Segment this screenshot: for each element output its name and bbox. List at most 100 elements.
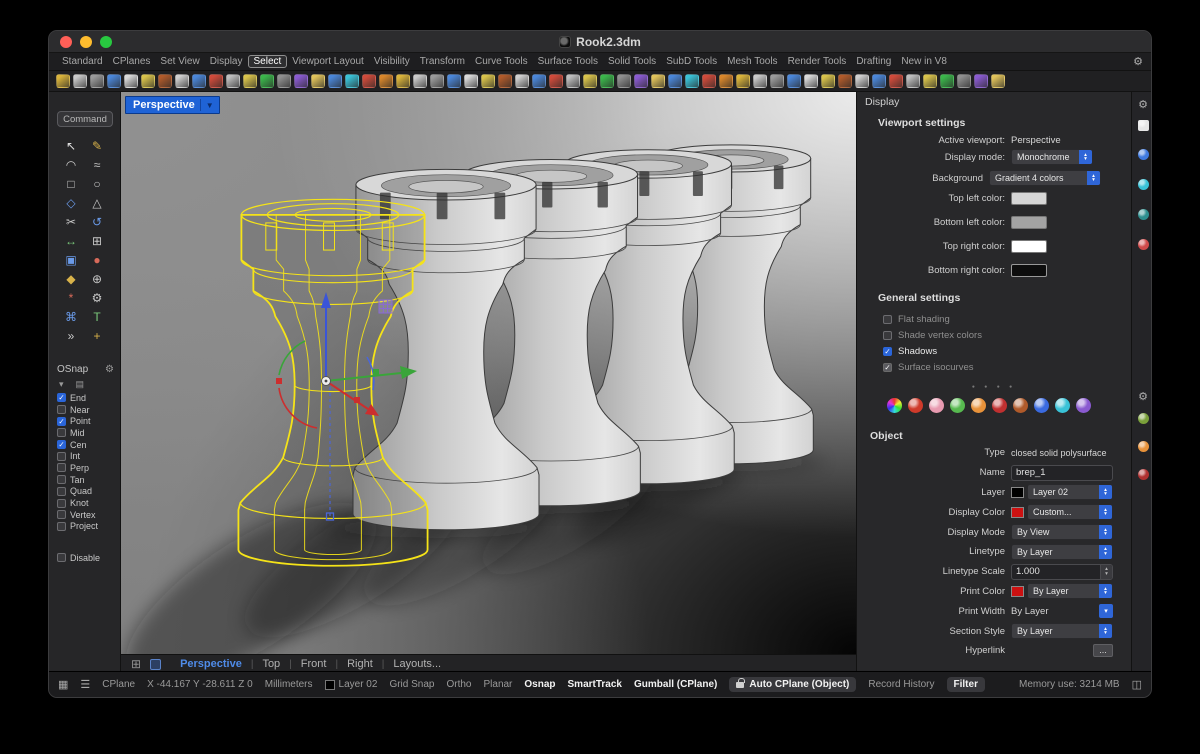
menu-item-set-view[interactable]: Set View [155,55,204,68]
osnap-filter-icon[interactable]: ▤ [76,379,85,390]
toolbar-icon[interactable] [685,74,699,88]
properties-tab-icon[interactable] [908,398,923,413]
toolbar-icon[interactable] [192,74,206,88]
viewport-tab-right[interactable]: Right [347,658,373,670]
toolbar-icon[interactable] [260,74,274,88]
status-toggle-grid-snap[interactable]: Grid Snap [389,679,434,690]
color-swatch[interactable] [1011,216,1047,229]
menu-item-standard[interactable]: Standard [57,55,108,68]
menu-item-visibility[interactable]: Visibility [369,55,415,68]
toolbar-icon[interactable] [940,74,954,88]
toolbar-icon[interactable] [770,74,784,88]
color-swatch[interactable] [1011,586,1024,597]
properties-tab-icon[interactable] [992,398,1007,413]
dropdown[interactable]: By View▴▾ [1011,524,1113,540]
side-tab-icon[interactable] [1137,178,1149,190]
color-swatch[interactable] [1011,507,1024,518]
checkbox-surface-isocurves[interactable]: ✓ [883,363,892,372]
checkbox-cen[interactable]: ✓ [57,440,66,449]
tool-icon[interactable]: ✂ [58,212,84,231]
dropdown[interactable]: By Layer▴▾ [1027,583,1113,599]
side-tab-icon[interactable] [1137,412,1149,424]
menu-item-subd-tools[interactable]: SubD Tools [661,55,722,68]
color-swatch[interactable] [1011,487,1024,498]
menu-item-select[interactable]: Select [248,55,288,68]
background-select[interactable]: Gradient 4 colors ▴▾ [989,170,1101,186]
toolbar-icon[interactable] [838,74,852,88]
checkbox-shade-vertex-colors[interactable] [883,331,892,340]
dropdown[interactable]: Custom...▴▾ [1027,504,1113,520]
toolbar-icon[interactable] [549,74,563,88]
color-swatch[interactable] [1011,264,1047,277]
menu-item-viewport-layout[interactable]: Viewport Layout [287,55,369,68]
toolbar-icon[interactable] [345,74,359,88]
toolbar-icon[interactable] [175,74,189,88]
viewport-layout-icon[interactable]: ⊞ [131,657,141,671]
menu-item-solid-tools[interactable]: Solid Tools [603,55,661,68]
dropdown[interactable]: By Layer▴▾ [1011,623,1113,639]
viewport-tab-top[interactable]: Top [262,658,280,670]
toolbar-icon[interactable] [583,74,597,88]
menu-item-surface-tools[interactable]: Surface Tools [533,55,603,68]
viewport-tab-front[interactable]: Front [301,658,327,670]
command-button[interactable]: Command [57,111,113,127]
status-toggle-filter[interactable]: Filter [947,677,985,692]
checkbox-int[interactable] [57,452,66,461]
dropdown[interactable]: By Layer▴▾ [1011,544,1113,560]
side-tab-icon[interactable] [1137,440,1149,452]
tool-icon[interactable]: ⌘ [58,307,84,326]
selected-rook[interactable] [238,199,427,565]
toolbar-icon[interactable] [957,74,971,88]
color-swatch[interactable] [1011,240,1047,253]
perspective-viewport[interactable]: Perspective ▼ [121,92,856,654]
tool-icon[interactable]: ≈ [84,155,110,174]
stepper-arrows-icon[interactable]: ▴▾ [1100,565,1112,579]
toolbar-icon[interactable] [787,74,801,88]
menu-item-new-in-v8[interactable]: New in V8 [896,55,952,68]
tool-icon[interactable]: ⚙ [84,288,110,307]
toolbar-icon[interactable] [991,74,1005,88]
toolbar-icon[interactable] [974,74,988,88]
toolbar-icon[interactable] [294,74,308,88]
status-toggle-record-history[interactable]: Record History [868,679,934,690]
active-layer[interactable]: Layer 02 [325,679,378,690]
toolbar-icon[interactable] [668,74,682,88]
status-toggle-gumball-cplane[interactable]: Gumball (CPlane) [634,679,717,690]
tool-icon[interactable]: ✎ [84,136,110,155]
side-tab-icon[interactable] [1137,238,1149,250]
toolbar-icon[interactable] [515,74,529,88]
text-input[interactable]: brep_1 [1011,465,1113,481]
tool-icon[interactable]: ↺ [84,212,110,231]
titlebar[interactable]: Rook2.3dm [49,31,1151,53]
dropdown[interactable]: Layer 02▴▾ [1027,484,1113,500]
tool-icon[interactable]: » [58,326,84,345]
toolbar-icon[interactable] [651,74,665,88]
properties-tab-icon[interactable] [950,398,965,413]
toolbar-icon[interactable] [719,74,733,88]
properties-tab-icon[interactable] [1076,398,1091,413]
toolbar-icon[interactable] [617,74,631,88]
toolbar-icon[interactable] [736,74,750,88]
viewport-tab-perspective[interactable]: Perspective [180,658,242,670]
checkbox-near[interactable] [57,405,66,414]
status-toggle-planar[interactable]: Planar [483,679,512,690]
side-tab-icon[interactable] [1137,208,1149,220]
tool-icon[interactable]: * [58,288,84,307]
properties-tab-icon[interactable] [1034,398,1049,413]
checkbox-mid[interactable] [57,428,66,437]
viewport-maximize-icon[interactable] [150,659,161,670]
toolbar-icon[interactable] [124,74,138,88]
toolbar-icon[interactable] [498,74,512,88]
checkbox-knot[interactable] [57,499,66,508]
gear-icon[interactable]: ⚙ [1133,55,1143,68]
toolbar-icon[interactable] [481,74,495,88]
side-tab-icon[interactable] [1137,119,1149,131]
gear-icon[interactable]: ⚙ [105,364,114,375]
side-tab-icon[interactable] [1137,148,1149,160]
checkbox-quad[interactable] [57,487,66,496]
toolbar-icon[interactable] [158,74,172,88]
menu-item-display[interactable]: Display [205,55,248,68]
properties-tab-icon[interactable] [1013,398,1028,413]
list-icon[interactable]: ☰ [80,678,90,691]
units-label[interactable]: Millimeters [265,679,313,690]
